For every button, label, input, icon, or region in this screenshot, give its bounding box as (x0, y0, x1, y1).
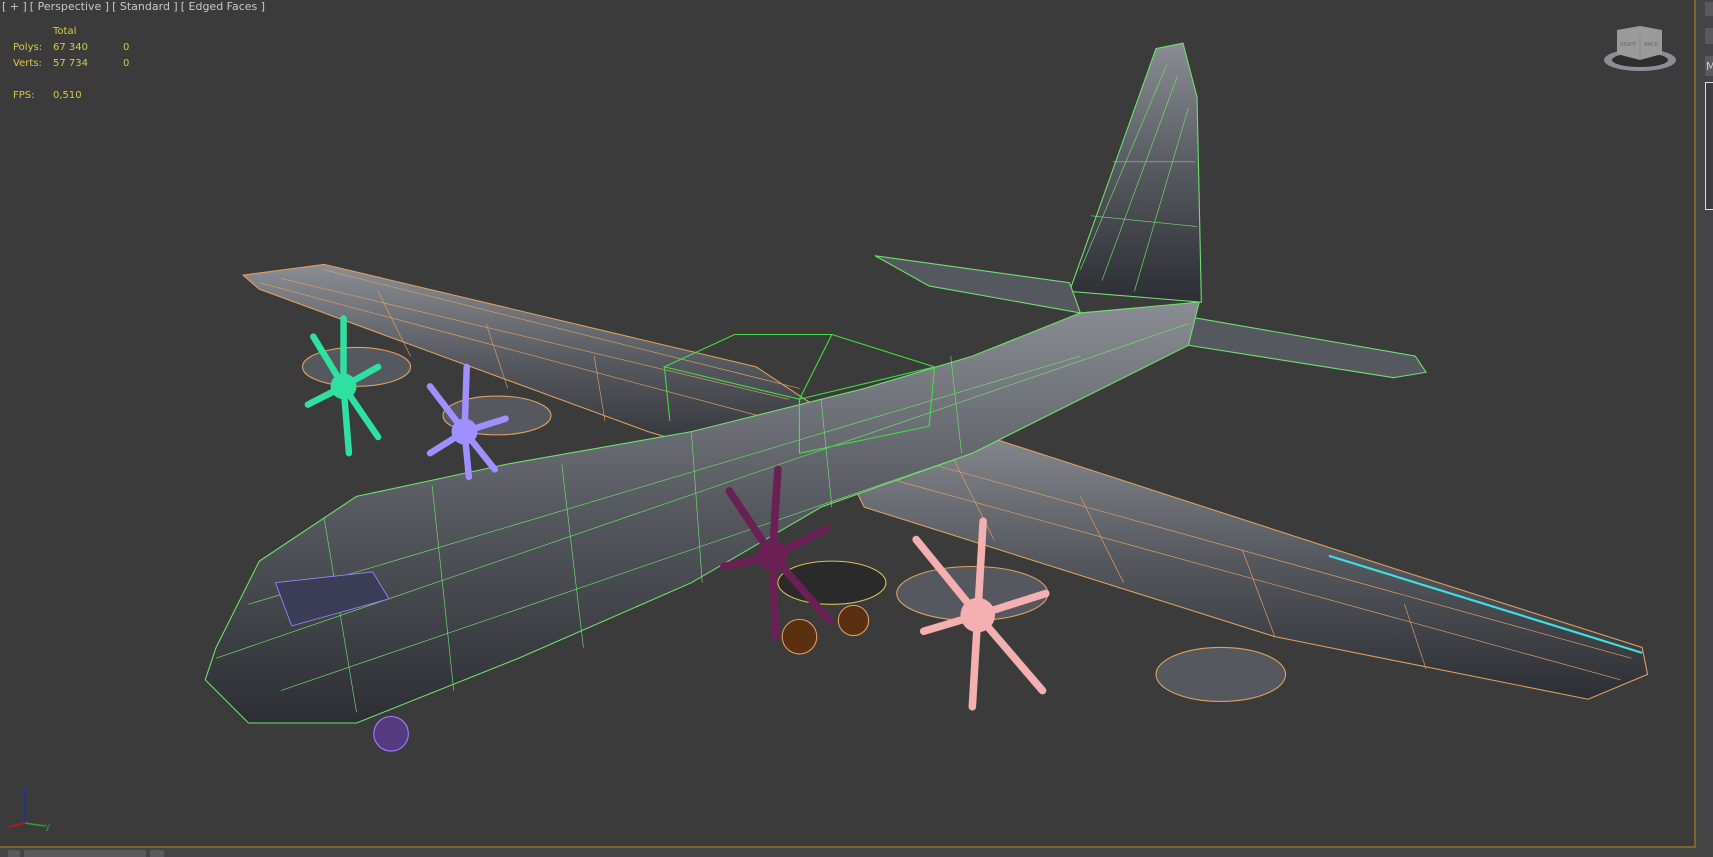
viewport-general-menu[interactable]: [ + ] (2, 0, 27, 13)
stats-selected: 0 (123, 42, 130, 53)
stats-label: Verts: (13, 58, 42, 69)
main-wheel (837, 604, 870, 637)
stats-total: 57 734 (53, 58, 88, 69)
stats-row-polys: Polys: 67 340 0 (13, 40, 129, 56)
stats-label: Polys: (13, 42, 43, 53)
stats-label: FPS: (13, 90, 35, 101)
modifier-stack-list[interactable] (1705, 82, 1713, 210)
nose-wheel (373, 715, 409, 752)
statistics-overlay: Total Polys: 67 340 0 Verts: 57 734 0 FPS: 0,… (13, 24, 129, 104)
stats-total-header: Total (53, 26, 77, 37)
vertical-stabilizer (1068, 42, 1202, 303)
viewport-label-menu[interactable]: [ + ][ Perspective ][ Standard ][ Edged … (2, 0, 268, 13)
timeline-button[interactable] (150, 850, 164, 857)
viewport-display-mode-menu[interactable]: [ Edged Faces ] (181, 0, 265, 13)
stats-total: 67 340 (53, 42, 88, 53)
stats-row-verts: Verts: 57 734 0 (13, 56, 129, 72)
stats-selected: 0 (123, 58, 130, 69)
command-panel-button[interactable] (1705, 28, 1713, 44)
timeline-bar (0, 848, 1696, 857)
left-horizontal-stabilizer (874, 255, 1082, 314)
timeline-button[interactable] (8, 850, 20, 857)
viewport-point-of-view-menu[interactable]: [ Perspective ] (30, 0, 109, 13)
viewcube-back-face[interactable]: BACK (1644, 42, 1658, 48)
command-panel-button[interactable] (1705, 2, 1713, 16)
command-panel: M (1696, 0, 1713, 857)
stats-row-fps: FPS: 0,510 (13, 88, 129, 104)
viewport-shading-style-menu[interactable]: [ Standard ] (112, 0, 178, 13)
engine-nacelle (1155, 646, 1287, 702)
axis-z-label: z (23, 786, 28, 796)
right-horizontal-stabilizer (1165, 312, 1427, 379)
axis-tripod-icon: z y (8, 786, 51, 832)
modifier-list-label: M (1706, 60, 1713, 73)
perspective-viewport[interactable]: [ + ][ Perspective ][ Standard ][ Edged … (0, 0, 1694, 846)
axis-y-label: y (45, 822, 51, 832)
propeller-purple (426, 363, 509, 481)
stats-fps-value: 0,510 (53, 90, 82, 101)
main-wheel (781, 618, 818, 655)
aircraft-model-wireframe[interactable] (0, 0, 1694, 846)
time-slider[interactable] (24, 850, 146, 857)
viewcube-icon[interactable]: RIGHT BACK (1600, 22, 1680, 74)
viewcube-right-face[interactable]: RIGHT (1620, 42, 1637, 48)
